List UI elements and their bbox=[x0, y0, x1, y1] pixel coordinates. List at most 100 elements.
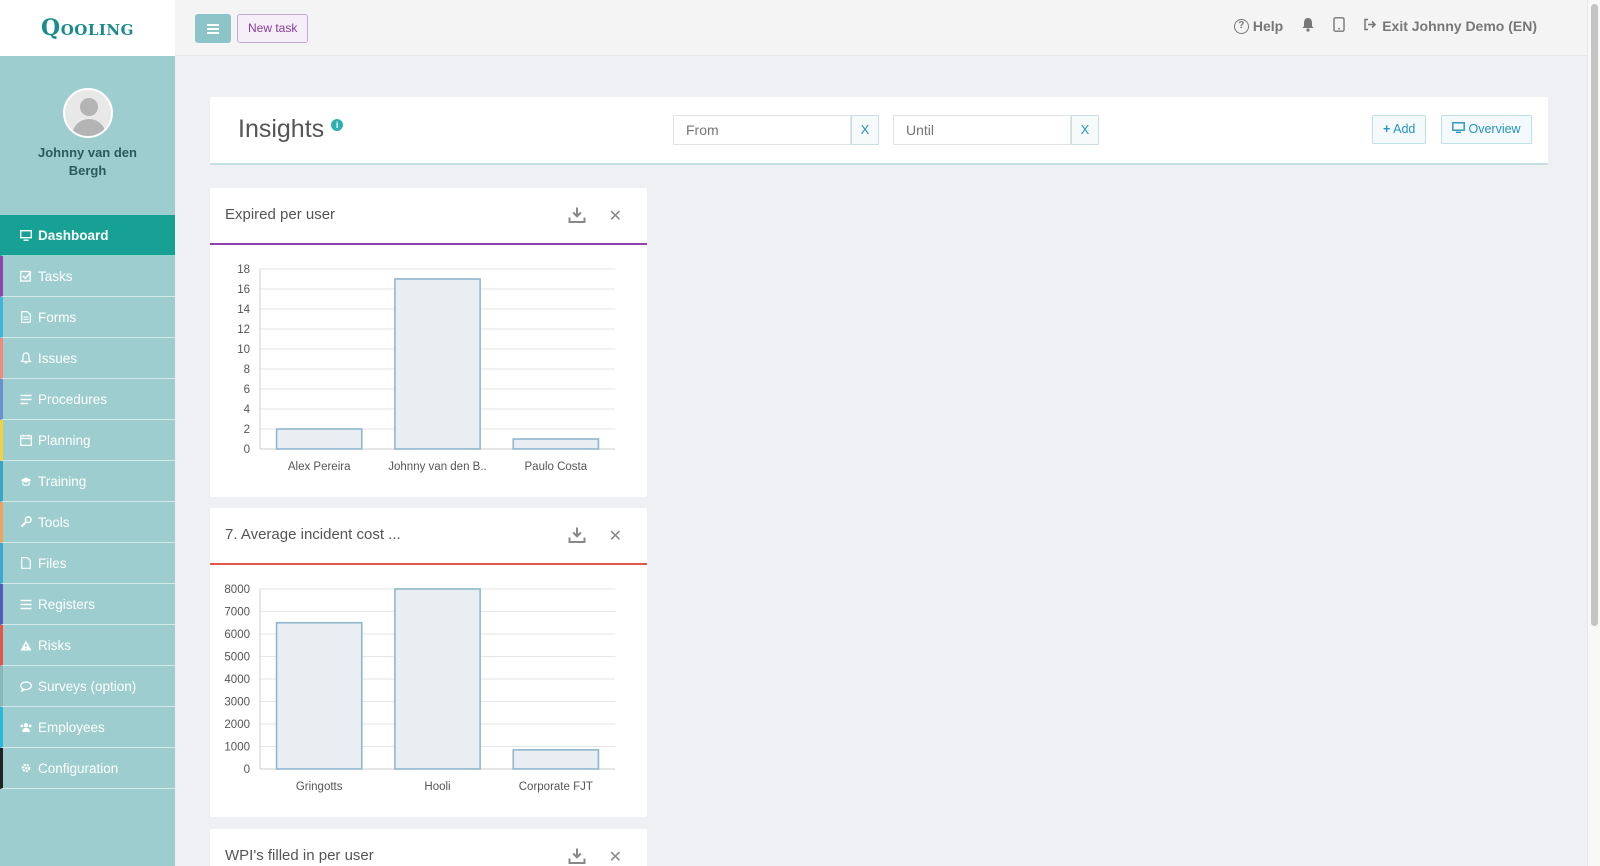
x-tick-label: Paulo Costa bbox=[525, 461, 588, 473]
user-profile: Johnny van den Bergh bbox=[0, 56, 175, 215]
overview-button[interactable]: Overview bbox=[1441, 115, 1532, 144]
gear-icon bbox=[20, 762, 32, 774]
insights-panel: Insights i X X + Add Overview bbox=[210, 97, 1548, 165]
sidebar-item-label: Tasks bbox=[38, 268, 73, 284]
menu-toggle-button[interactable] bbox=[195, 14, 231, 43]
warning-icon bbox=[20, 639, 32, 651]
bar[interactable] bbox=[394, 278, 481, 450]
sidebar-item-dashboard[interactable]: Dashboard bbox=[0, 215, 175, 256]
close-icon[interactable]: ✕ bbox=[609, 526, 622, 546]
sidebar-item-tools[interactable]: Tools bbox=[0, 502, 175, 543]
sidebar-item-issues[interactable]: Issues bbox=[0, 338, 175, 379]
card-header: Expired per user ✕ bbox=[210, 188, 647, 245]
bar[interactable] bbox=[394, 588, 481, 770]
download-icon[interactable] bbox=[568, 847, 586, 865]
sidebar-item-configuration[interactable]: Configuration bbox=[0, 748, 175, 789]
download-icon[interactable] bbox=[568, 526, 586, 544]
y-tick-label: 4 bbox=[244, 404, 251, 416]
sidebar-item-procedures[interactable]: Procedures bbox=[0, 379, 175, 420]
sidebar-nav: Dashboard Tasks Forms Issues Procedures Plann… bbox=[0, 215, 175, 789]
help-label: Help bbox=[1252, 18, 1284, 34]
tablet-icon[interactable] bbox=[1333, 17, 1345, 35]
calendar-icon bbox=[20, 434, 32, 446]
chart-card-average-incident-cost: 7. Average incident cost ... ✕ 0 1000 2000 30… bbox=[210, 508, 647, 817]
sidebar-item-label: Employees bbox=[38, 719, 105, 735]
checkbox-icon bbox=[20, 270, 32, 282]
monitor-icon bbox=[20, 229, 32, 241]
bell-icon[interactable] bbox=[1301, 17, 1315, 35]
x-tick-label: Hooli bbox=[424, 781, 450, 793]
add-button[interactable]: + Add bbox=[1372, 115, 1427, 144]
card-title: WPI's filled in per user bbox=[225, 847, 374, 864]
download-icon[interactable] bbox=[568, 206, 586, 224]
clear-until-button[interactable]: X bbox=[1071, 115, 1099, 145]
bar[interactable] bbox=[275, 621, 363, 770]
document-icon bbox=[20, 311, 32, 323]
sidebar-item-label: Issues bbox=[38, 350, 78, 366]
bar[interactable] bbox=[275, 428, 363, 450]
sidebar-item-employees[interactable]: Employees bbox=[0, 707, 175, 748]
x-tick-label: Gringotts bbox=[296, 781, 343, 793]
card-title: Expired per user bbox=[225, 206, 336, 223]
topbar-actions: ? Help Exit Johnny Demo (EN) bbox=[1233, 17, 1537, 35]
y-tick-label: 8 bbox=[244, 364, 250, 376]
sidebar-item-label: Dashboard bbox=[38, 227, 109, 243]
clear-from-button[interactable]: X bbox=[851, 115, 879, 145]
sidebar-item-label: Risks bbox=[38, 637, 71, 653]
sidebar-item-label: Tools bbox=[38, 514, 70, 530]
page-scrollbar[interactable] bbox=[1587, 0, 1600, 866]
sidebar-item-tasks[interactable]: Tasks bbox=[0, 256, 175, 297]
close-icon[interactable]: ✕ bbox=[609, 847, 622, 866]
sidebar-item-training[interactable]: Training bbox=[0, 461, 175, 502]
y-tick-label: 2 bbox=[244, 424, 250, 436]
card-title: 7. Average incident cost ... bbox=[225, 526, 401, 543]
sidebar-item-label: Procedures bbox=[38, 391, 108, 407]
y-tick-label: 2000 bbox=[224, 719, 250, 731]
sidebar-item-files[interactable]: Files bbox=[0, 543, 175, 584]
overview-label: Overview bbox=[1468, 122, 1521, 136]
y-tick-label: 10 bbox=[237, 344, 250, 356]
sidebar: Qooling Johnny van den Bergh Dashboard Ta… bbox=[0, 0, 175, 866]
bars-icon bbox=[20, 598, 32, 610]
close-icon[interactable]: ✕ bbox=[609, 206, 622, 226]
sidebar-item-planning[interactable]: Planning bbox=[0, 420, 175, 461]
monitor-icon bbox=[1452, 122, 1468, 136]
question-icon: ? bbox=[1233, 18, 1249, 34]
x-tick-label: Alex Pereira bbox=[288, 461, 351, 473]
sidebar-item-surveys-option[interactable]: Surveys (option) bbox=[0, 666, 175, 707]
new-task-button[interactable]: New task bbox=[237, 14, 309, 43]
list-icon bbox=[20, 393, 32, 405]
sidebar-item-risks[interactable]: Risks bbox=[0, 625, 175, 666]
sidebar-item-label: Planning bbox=[38, 432, 91, 448]
y-tick-label: 16 bbox=[237, 284, 250, 296]
page-title-text: Insights bbox=[238, 115, 325, 143]
until-date-input[interactable] bbox=[893, 115, 1071, 145]
help-link[interactable]: ? Help bbox=[1233, 18, 1284, 34]
y-tick-label: 6 bbox=[244, 384, 250, 396]
chart-card-expired-per-user: Expired per user ✕ 0 2 4 6 8 10 12 14 16 18 Alex Per… bbox=[210, 188, 647, 497]
card-header: WPI's filled in per user ✕ bbox=[210, 829, 647, 866]
sidebar-item-registers[interactable]: Registers bbox=[0, 584, 175, 625]
bell-icon bbox=[20, 352, 32, 364]
from-date-input[interactable] bbox=[673, 115, 851, 145]
y-tick-label: 3000 bbox=[224, 697, 250, 709]
exit-demo-link[interactable]: Exit Johnny Demo (EN) bbox=[1363, 18, 1537, 34]
y-tick-label: 18 bbox=[237, 264, 250, 276]
file-icon bbox=[20, 557, 32, 569]
bar[interactable] bbox=[512, 749, 600, 770]
info-icon[interactable]: i bbox=[331, 118, 344, 131]
bar-chart: 0 1000 2000 3000 4000 5000 6000 7000 8000 Gringot… bbox=[224, 584, 615, 793]
sidebar-item-label: Training bbox=[38, 473, 87, 489]
sidebar-item-label: Files bbox=[38, 555, 67, 571]
y-tick-label: 5000 bbox=[224, 652, 250, 664]
scrollbar-thumb[interactable] bbox=[1591, 4, 1598, 626]
sidebar-item-forms[interactable]: Forms bbox=[0, 297, 175, 338]
y-tick-label: 12 bbox=[237, 324, 250, 336]
logo[interactable]: Qooling bbox=[41, 15, 134, 41]
avatar[interactable] bbox=[62, 88, 113, 138]
x-tick-label: Corporate FJT bbox=[519, 781, 593, 793]
bar[interactable] bbox=[512, 438, 600, 450]
users-icon bbox=[20, 721, 32, 733]
chart-card-wpis-filled: WPI's filled in per user ✕ bbox=[210, 829, 647, 866]
exit-label: Exit Johnny Demo (EN) bbox=[1382, 18, 1537, 34]
